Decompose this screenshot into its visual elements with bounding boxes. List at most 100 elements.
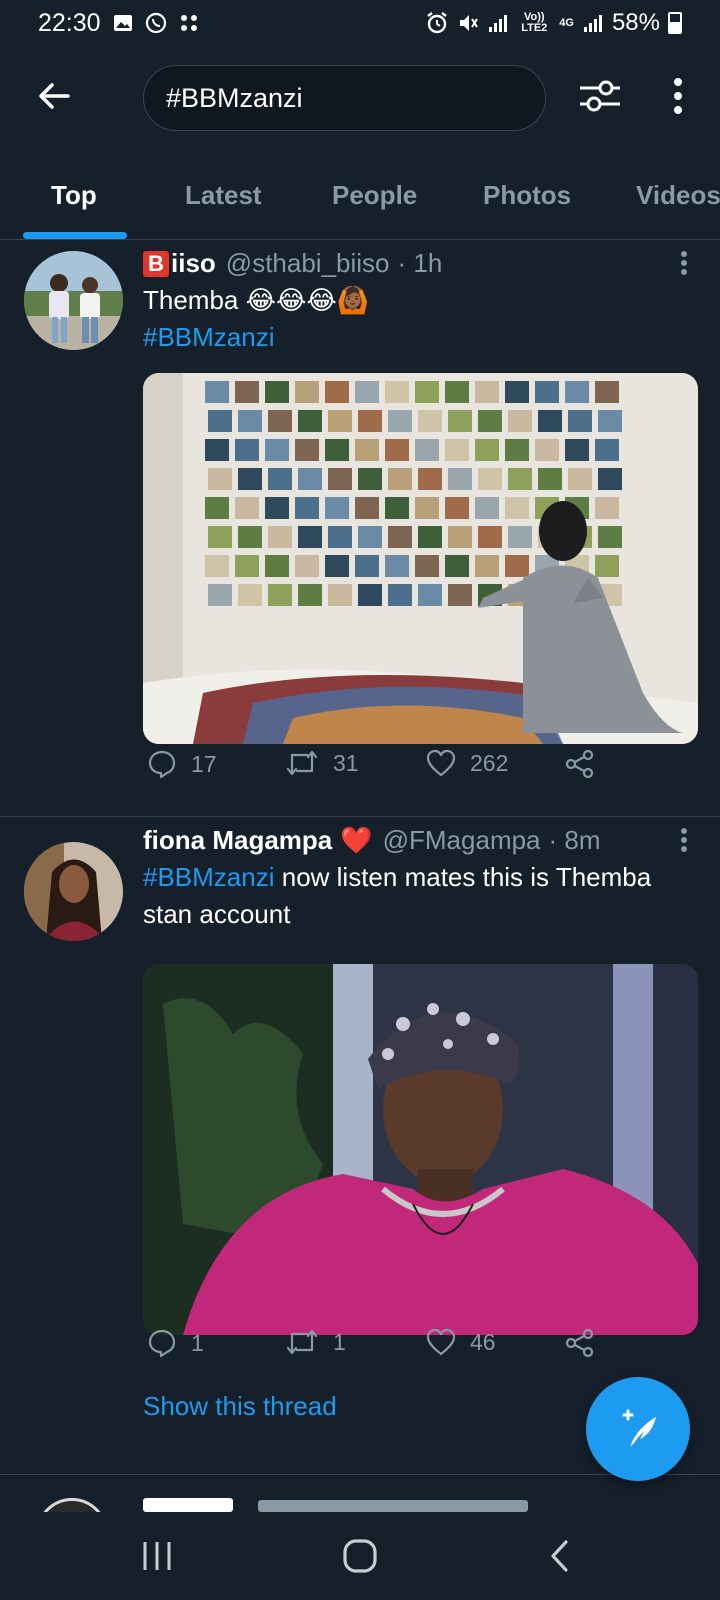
tab-photos[interactable]: Photos	[483, 180, 571, 211]
home-button[interactable]	[335, 1534, 385, 1578]
wall-photo-thumbnail	[328, 410, 352, 432]
wall-photo-thumbnail	[208, 468, 232, 490]
wall-photo-thumbnail	[325, 439, 349, 461]
tweet-card[interactable]: fiona Magampa ❤️ @FMagampa · 8m #BBMzanz…	[0, 817, 720, 1475]
wall-photo-thumbnail	[538, 410, 562, 432]
reply-button[interactable]: 1	[147, 1328, 204, 1358]
search-input[interactable]: #BBMzanzi	[143, 65, 546, 131]
sliders-icon	[580, 80, 620, 112]
overflow-menu-button[interactable]	[662, 72, 694, 120]
wall-photo-thumbnail	[355, 497, 379, 519]
wall-photo-thumbnail	[418, 468, 442, 490]
wall-photo-thumbnail	[535, 381, 559, 403]
tweet-header: fiona Magampa ❤️ @FMagampa · 8m	[143, 825, 601, 856]
avatar[interactable]	[24, 251, 123, 350]
wall-photo-thumbnail	[598, 410, 622, 432]
wall-photo-thumbnail	[235, 555, 259, 577]
wall-photo-thumbnail	[385, 555, 409, 577]
tab-top[interactable]: Top	[51, 180, 97, 211]
wall-photo-thumbnail	[358, 584, 382, 606]
wall-photo-thumbnail	[238, 584, 262, 606]
wall-photo-thumbnail	[415, 497, 439, 519]
tab-videos[interactable]: Videos	[636, 180, 720, 211]
back-arrow-icon	[39, 83, 70, 109]
wall-photo-thumbnail	[235, 497, 259, 519]
wall-photo-thumbnail	[478, 526, 502, 548]
reply-button[interactable]: 17	[147, 749, 217, 779]
wall-photo-thumbnail	[388, 526, 412, 548]
home-icon	[343, 1539, 377, 1573]
retweet-button[interactable]: 31	[285, 749, 359, 777]
wall-photo-thumbnail	[505, 497, 529, 519]
tweet-media-photo[interactable]	[143, 964, 698, 1335]
wall-photo-thumbnail	[325, 381, 349, 403]
display-name[interactable]: fiona Magampa	[143, 825, 332, 856]
recent-apps-button[interactable]	[132, 1534, 182, 1578]
wall-photo-thumbnail	[418, 410, 442, 432]
wall-photo-thumbnail	[505, 381, 529, 403]
wall-photo-thumbnail	[358, 468, 382, 490]
wall-photo-thumbnail	[325, 555, 349, 577]
search-filter-button[interactable]	[576, 72, 624, 120]
wall-photo-thumbnail	[508, 526, 532, 548]
more-vertical-icon	[674, 78, 682, 114]
search-tabs: Top Latest People Photos Videos	[0, 160, 720, 240]
compose-feather-icon	[622, 1409, 656, 1447]
status-time: 22:30	[38, 8, 101, 37]
share-button[interactable]	[565, 1328, 595, 1358]
wall-photo-thumbnail	[298, 468, 322, 490]
tweet-media-photo[interactable]	[143, 373, 698, 744]
retweet-count: 31	[333, 749, 359, 776]
dots-notification-icon	[179, 13, 199, 33]
tweet-card[interactable]: B iiso @sthabi_biiso · 1h Themba 😂😂😂🙆🏾 #…	[0, 240, 720, 817]
tweet-header: B iiso @sthabi_biiso · 1h	[143, 248, 442, 279]
tweet-more-button[interactable]	[672, 248, 696, 278]
wall-photo-thumbnail	[355, 381, 379, 403]
like-button[interactable]: 46	[426, 1328, 496, 1356]
wall-photo-thumbnail	[598, 468, 622, 490]
search-header: #BBMzanzi	[0, 62, 720, 132]
heart-emoji: ❤️	[340, 825, 373, 855]
back-button[interactable]	[32, 74, 76, 118]
like-button[interactable]: 262	[426, 749, 508, 777]
wall-photo-thumbnail	[265, 555, 289, 577]
wall-photo-thumbnail	[268, 410, 292, 432]
wall-photo-thumbnail	[565, 381, 589, 403]
avatar[interactable]	[36, 1498, 108, 1512]
status-bar: 22:30 Vo)) LTE2 4G 58%	[0, 0, 720, 46]
wall-photo-thumbnail	[265, 497, 289, 519]
avatar[interactable]	[24, 842, 123, 941]
wall-photo-thumbnail	[295, 497, 319, 519]
wall-photo-thumbnail	[325, 497, 349, 519]
wall-photo-thumbnail	[268, 468, 292, 490]
wall-photo-thumbnail	[235, 381, 259, 403]
tweet-card-partial[interactable]	[0, 1476, 720, 1512]
tweet-time: · 8m	[548, 825, 601, 855]
display-name[interactable]: iiso	[171, 248, 216, 279]
reply-icon	[148, 1329, 176, 1358]
share-button[interactable]	[565, 749, 595, 779]
wall-photo-thumbnail	[418, 584, 442, 606]
search-query: #BBMzanzi	[166, 82, 303, 113]
tab-people[interactable]: People	[332, 180, 417, 211]
wall-photo-thumbnail	[388, 584, 412, 606]
tab-latest[interactable]: Latest	[185, 180, 262, 211]
hashtag-link[interactable]: #BBMzanzi	[143, 319, 703, 356]
handle[interactable]: @sthabi_biiso	[226, 248, 390, 279]
wall-photo-thumbnail	[295, 381, 319, 403]
wall-photo-thumbnail	[598, 526, 622, 548]
retweet-button[interactable]: 1	[285, 1328, 346, 1356]
compose-tweet-button[interactable]	[586, 1377, 690, 1481]
tweet-more-button[interactable]	[672, 825, 696, 855]
retweet-icon	[286, 1329, 318, 1355]
system-back-button[interactable]	[536, 1534, 586, 1578]
wall-photo-thumbnail	[298, 584, 322, 606]
wall-photo-thumbnail	[478, 468, 502, 490]
wall-photo-thumbnail	[505, 439, 529, 461]
wall-photo-thumbnail	[535, 439, 559, 461]
show-thread-link[interactable]: Show this thread	[143, 1391, 337, 1422]
reply-icon	[148, 750, 176, 779]
handle[interactable]: @FMagampa	[383, 825, 541, 856]
hashtag-link[interactable]: #BBMzanzi	[143, 862, 275, 892]
wall-photo-thumbnail	[298, 526, 322, 548]
